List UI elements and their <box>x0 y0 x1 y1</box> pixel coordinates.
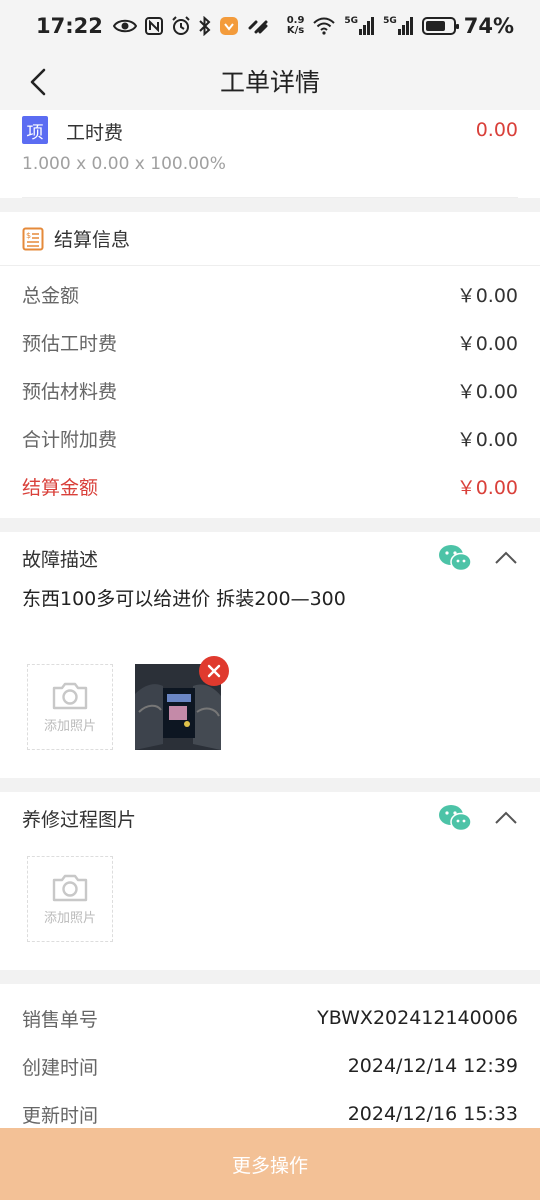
fault-photos: 添加照片 <box>0 656 540 778</box>
eye-icon <box>112 19 137 33</box>
row-value: ￥0.00 <box>456 380 518 403</box>
signal-1-label: 5G <box>344 16 359 26</box>
section-gap <box>0 518 540 532</box>
divider <box>22 197 518 198</box>
add-photo-label: 添加照片 <box>43 910 96 926</box>
settlement-title: 结算信息 <box>54 229 131 251</box>
info-row-created: 创建时间 2024/12/14 12:39 <box>0 1042 540 1090</box>
row-value: ￥0.00 <box>456 284 518 307</box>
battery-icon <box>421 17 459 35</box>
process-card: 养修过程图片 添加照片 <box>0 792 540 970</box>
row-label: 更新时间 <box>22 1104 99 1127</box>
app-shield-icon <box>219 17 238 35</box>
svg-text:$: $ <box>26 231 31 240</box>
add-photo-button[interactable]: 添加照片 <box>27 664 113 750</box>
page-content: 项 工时费 0.00 1.000 x 0.00 x 100.00% $ 结算信息… <box>0 110 540 1148</box>
process-photos: 添加照片 <box>0 844 540 970</box>
fault-card: 故障描述 东西100多可以给进价 拆装200—300 添加照片 <box>0 532 540 778</box>
settlement-list: 总金额 ￥0.00 预估工时费 ￥0.00 预估材料费 ￥0.00 合计附加费 ￥0.0… <box>0 266 540 518</box>
settlement-card: $ 结算信息 总金额 ￥0.00 预估工时费 ￥0.00 预估材料费 ￥0.00 合计… <box>0 212 540 518</box>
process-header-actions <box>438 804 518 832</box>
signal-bars-icon <box>397 17 413 35</box>
add-photo-button[interactable]: 添加照片 <box>27 856 113 942</box>
status-bar: 17:22 0.9 K/s 5G 5G 74% <box>0 0 540 52</box>
info-row-order-number: 销售单号 YBWX202412140006 <box>0 994 540 1042</box>
camera-icon <box>52 682 88 709</box>
row-label: 预估工时费 <box>22 332 118 355</box>
order-info-card: 销售单号 YBWX202412140006 创建时间 2024/12/14 12:3… <box>0 984 540 1148</box>
process-header: 养修过程图片 <box>0 792 540 844</box>
net-speed: 0.9 K/s <box>287 16 305 36</box>
status-right: 0.9 K/s 5G 5G 74% <box>287 14 514 38</box>
row-label: 结算金额 <box>22 476 99 499</box>
net-speed-unit: K/s <box>286 25 305 36</box>
more-actions-button[interactable]: 更多操作 <box>0 1128 540 1200</box>
signal-1: 5G <box>344 17 375 35</box>
wechat-icon[interactable] <box>438 804 472 832</box>
section-gap <box>0 198 540 212</box>
settlement-row-material: 预估材料费 ￥0.00 <box>0 366 540 414</box>
row-label: 合计附加费 <box>22 428 118 451</box>
row-label: 预估材料费 <box>22 380 118 403</box>
row-value: YBWX202412140006 <box>317 1007 518 1029</box>
signal-2: 5G <box>383 17 414 35</box>
row-value: 2024/12/14 12:39 <box>347 1055 518 1077</box>
bluetooth-icon <box>199 16 211 36</box>
wechat-icon[interactable] <box>438 544 472 572</box>
remove-photo-button[interactable] <box>199 656 229 686</box>
row-label: 总金额 <box>22 284 80 307</box>
chevron-up-icon[interactable] <box>494 551 518 565</box>
page-title: 工单详情 <box>219 68 320 97</box>
settlement-header: $ 结算信息 <box>0 212 540 266</box>
photo-thumbnail[interactable] <box>135 656 229 750</box>
alarm-icon <box>172 16 190 35</box>
chevron-up-icon[interactable] <box>494 811 518 825</box>
row-value: 2024/12/16 15:33 <box>347 1103 518 1125</box>
add-photo-label: 添加照片 <box>43 718 96 734</box>
status-time: 17:22 <box>36 14 103 38</box>
nfc-icon <box>144 17 163 35</box>
settlement-row-surcharge: 合计附加费 ￥0.00 <box>0 414 540 462</box>
row-label: 创建时间 <box>22 1056 99 1079</box>
settlement-row-final: 结算金额 ￥0.00 <box>0 462 540 510</box>
back-arrow-icon <box>30 68 46 96</box>
nav-bar: 工单详情 <box>0 52 540 110</box>
settlement-row-labor: 预估工时费 ￥0.00 <box>0 318 540 366</box>
item-price: 0.00 <box>475 119 518 141</box>
battery-percent: 74% <box>463 14 514 38</box>
section-gap <box>0 778 540 792</box>
item-name: 工时费 <box>66 122 124 144</box>
row-value: ￥0.00 <box>456 476 518 499</box>
row-value: ￥0.00 <box>456 332 518 355</box>
row-label: 销售单号 <box>22 1008 99 1031</box>
item-tag: 项 <box>22 116 48 144</box>
app-link-icon <box>248 20 268 34</box>
settlement-row-total: 总金额 ￥0.00 <box>0 270 540 318</box>
camera-icon <box>52 874 88 901</box>
order-info-list: 销售单号 YBWX202412140006 创建时间 2024/12/14 12:3… <box>0 984 540 1148</box>
process-title: 养修过程图片 <box>22 808 137 831</box>
status-icons <box>112 16 269 36</box>
back-button[interactable] <box>18 62 58 102</box>
close-icon <box>207 664 221 678</box>
item-formula: 1.000 x 0.00 x 100.00% <box>22 154 226 174</box>
fault-header-actions <box>438 544 518 572</box>
signal-2-label: 5G <box>383 16 397 26</box>
receipt-icon: $ <box>22 227 44 250</box>
battery-fill <box>425 21 445 31</box>
fault-header: 故障描述 <box>0 532 540 584</box>
labor-item-card: 项 工时费 0.00 1.000 x 0.00 x 100.00% <box>0 110 540 198</box>
section-gap <box>0 970 540 984</box>
wifi-icon <box>313 17 336 35</box>
row-value: ￥0.00 <box>456 428 518 451</box>
fault-description: 东西100多可以给进价 拆装200—300 <box>22 588 346 610</box>
fault-title: 故障描述 <box>22 548 99 571</box>
signal-bars-icon <box>359 17 375 35</box>
